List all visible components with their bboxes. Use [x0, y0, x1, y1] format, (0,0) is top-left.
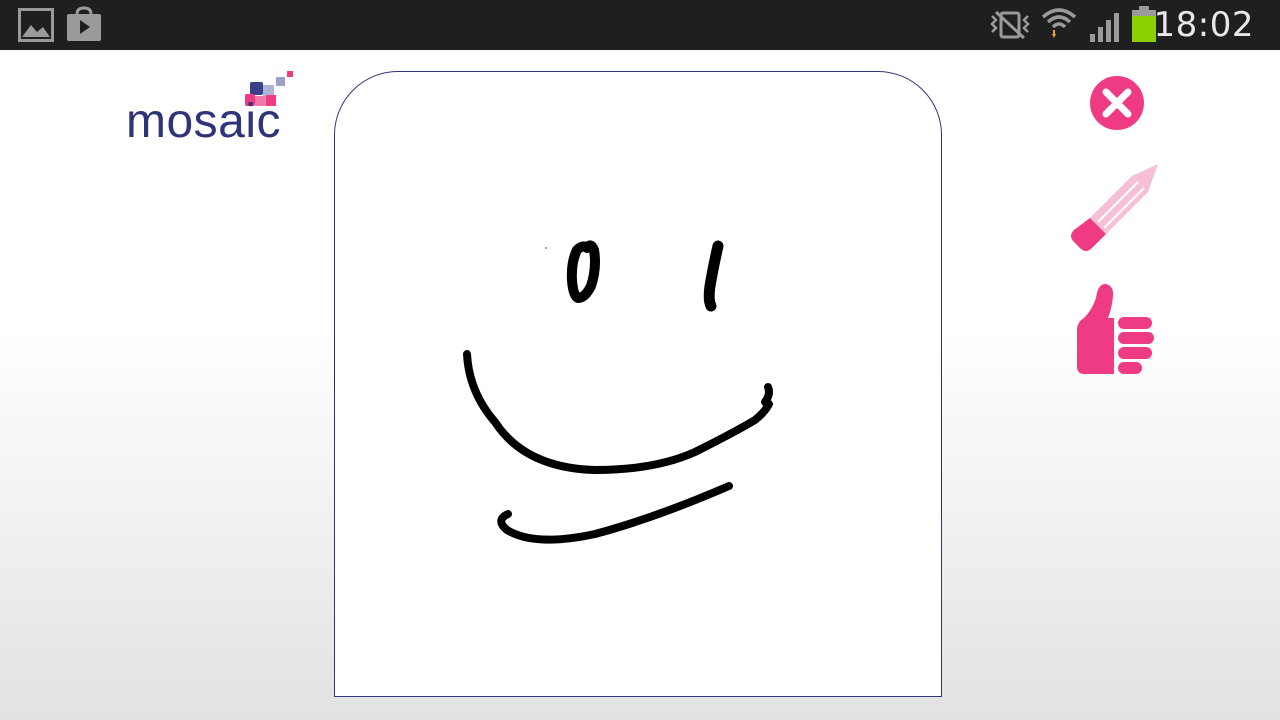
- signal-icon: [1090, 13, 1119, 42]
- mosaic-logo: mosaic: [120, 68, 310, 152]
- left-eye-stroke: [566, 240, 600, 303]
- lower-lip-stroke: [497, 482, 733, 544]
- smile-stroke: [463, 350, 773, 474]
- status-clock: 18:02: [1153, 5, 1254, 45]
- logo-wordmark: mosaic: [126, 95, 282, 148]
- pencil-icon[interactable]: [1068, 162, 1162, 254]
- thumbs-up-icon[interactable]: [1074, 280, 1156, 376]
- gallery-icon: [18, 8, 54, 42]
- close-icon[interactable]: [1088, 74, 1146, 132]
- drawing-canvas[interactable]: [334, 71, 942, 697]
- play-store-icon: [67, 6, 101, 41]
- wifi-icon: [1041, 8, 1077, 38]
- smiley-drawing: [463, 240, 773, 544]
- status-bar: 18:02: [0, 0, 1280, 50]
- vibrate-icon: [990, 10, 1030, 40]
- right-eye-stroke: [703, 240, 724, 312]
